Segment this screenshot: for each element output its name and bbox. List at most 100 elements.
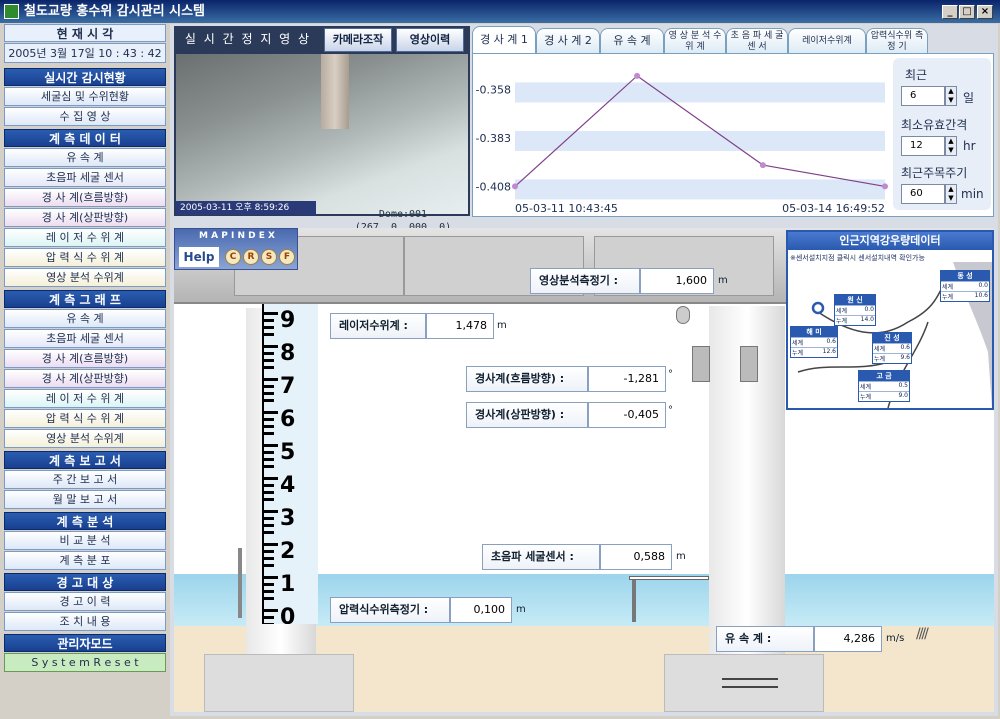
flowmeter-unit: m/s (886, 633, 905, 644)
menu-data-pressure[interactable]: 압 력 식 수 위 계 (4, 248, 166, 267)
tab-laser[interactable]: 레이저수위계 (788, 28, 866, 54)
gauge-number: 8 (280, 341, 296, 366)
gauge-tick (264, 432, 274, 435)
menu-graph-tilt-flow[interactable]: 경 사 계(흐름방향) (4, 349, 166, 368)
gauge-tick (264, 345, 278, 348)
gauge-tick (264, 451, 274, 454)
x-end-label: 05-03-14 16:49:52 (782, 202, 885, 215)
tab-video-gauge[interactable]: 영 상 분 석 수 위 계 (664, 28, 726, 54)
laser-label: 레이저수위계 : (330, 313, 426, 339)
y-tick-label: -0.358 (476, 83, 511, 96)
period-spin-button[interactable]: ▲ ▼ (945, 184, 957, 204)
gauge-tick (264, 477, 278, 480)
gauge-tick (264, 609, 278, 612)
data-point (634, 72, 641, 79)
app-icon (4, 4, 19, 19)
tab-ultrasonic[interactable]: 초 음 파 세 굴 센 서 (726, 28, 788, 54)
menu-warning-history[interactable]: 경 고 이 력 (4, 592, 166, 611)
section-analysis: 계 측 분 석 (4, 512, 166, 530)
cctv-camera-icon (676, 306, 690, 324)
gauge-tick (264, 352, 274, 355)
map-title: 인근지역강우량데이터 (788, 232, 992, 250)
staff-gauge: 9 8 7 6 5 4 3 2 1 0 (262, 304, 318, 624)
menu-data-tilt-flow[interactable]: 경 사 계(흐름방향) (4, 188, 166, 207)
video-gauge-unit: m (718, 275, 728, 286)
interval-spin-button[interactable]: ▲ ▼ (945, 136, 957, 156)
camera-control-button[interactable]: 카메라조작 (324, 28, 392, 52)
laser-value: 1,478 (426, 313, 494, 339)
tab-flowmeter[interactable]: 유 속 계 (600, 28, 664, 54)
menu-graph-flowmeter[interactable]: 유 속 계 (4, 309, 166, 328)
x-start-label: 05-03-11 10:43:45 (515, 202, 618, 215)
station-box[interactable]: 동 성 세계 0.0 누계 10.6 (940, 270, 990, 302)
menu-action-content[interactable]: 조 치 내 용 (4, 612, 166, 631)
menu-graph-pressure[interactable]: 압 력 식 수 위 계 (4, 409, 166, 428)
menu-distribution[interactable]: 계 측 분 포 (4, 551, 166, 570)
map-r-button[interactable]: R (243, 249, 259, 265)
menu-data-flowmeter[interactable]: 유 속 계 (4, 148, 166, 167)
tilt-deck-label: 경사계(상판방향) : (466, 402, 588, 428)
menu-graph-tilt-deck[interactable]: 경 사 계(상판방향) (4, 369, 166, 388)
tilt-flow-unit: ° (668, 369, 673, 380)
live-camera-image: Dome:001 (267. 0. 000. 0) (176, 54, 468, 233)
flowmeter-value: 4,286 (814, 626, 882, 652)
menu-graph-video-gauge[interactable]: 영상 분석 수위계 (4, 429, 166, 448)
recent-days-input[interactable]: 6 (901, 86, 945, 106)
sensor-tabs: 경 사 계 1 경 사 계 2 유 속 계 영 상 분 석 수 위 계 초 음 … (472, 24, 994, 54)
tab-tilt2[interactable]: 경 사 계 2 (536, 28, 600, 54)
help-button[interactable]: Help (179, 247, 219, 267)
menu-monthly-report[interactable]: 월 말 보 고 서 (4, 490, 166, 509)
interval-input[interactable]: 12 (901, 136, 945, 156)
close-button[interactable]: × (977, 5, 993, 19)
menu-data-ultrasonic[interactable]: 초음파 세굴 센서 (4, 168, 166, 187)
menu-collected-video[interactable]: 수 집 영 상 (4, 107, 166, 126)
y-tick-labels: -0.358 -0.383 -0.408 (476, 83, 511, 193)
station-box[interactable]: 진 성 세계 0.6 누계 9.6 (872, 332, 912, 364)
menu-data-tilt-deck[interactable]: 경 사 계(상판방향) (4, 208, 166, 227)
period-label: 최근주목주기 (901, 166, 968, 180)
video-timestamp: 2005-03-11 오후 8:59:26 (176, 201, 316, 215)
maximize-button[interactable]: □ (959, 5, 975, 19)
period-input[interactable]: 60 (901, 184, 945, 204)
section-measure-data: 계 측 데 이 터 (4, 129, 166, 147)
menu-scour-level[interactable]: 세굴심 및 수위현황 (4, 87, 166, 106)
menu-data-video-gauge[interactable]: 영상 분석 수위계 (4, 268, 166, 287)
gauge-tick (264, 583, 274, 586)
recent-spin-button[interactable]: ▲ ▼ (945, 86, 957, 106)
gauge-tick (264, 498, 274, 501)
interval-label: 최소유효간격 (901, 118, 968, 132)
dome-label: Dome:001 (378, 209, 428, 220)
gauge-tick (264, 484, 274, 487)
tab-tilt1[interactable]: 경 사 계 1 (472, 26, 536, 54)
video-history-button[interactable]: 영상이력 (396, 28, 464, 52)
menu-graph-ultrasonic[interactable]: 초음파 세굴 센서 (4, 329, 166, 348)
station-box[interactable]: 원 신 세계 0.0 누계 14.0 (834, 294, 876, 326)
gauge-number: 6 (280, 407, 296, 432)
map-s-button[interactable]: S (261, 249, 277, 265)
minimize-button[interactable]: _ (942, 5, 958, 19)
gauge-tick (264, 333, 274, 336)
section-warning: 경 고 대 상 (4, 573, 166, 591)
period-unit: min (961, 187, 984, 201)
gauge-number: 9 (280, 308, 296, 333)
station-box[interactable]: 해 미 세계 0.6 누계 12.6 (790, 326, 838, 358)
gauge-number: 4 (280, 473, 296, 498)
clock-header: 현 재 시 각 (4, 24, 166, 42)
menu-graph-laser[interactable]: 레 이 저 수 위 계 (4, 389, 166, 408)
gauge-tick (264, 557, 274, 560)
gauge-tick (264, 531, 274, 534)
video-gauge-value: 1,600 (640, 268, 714, 294)
station-box[interactable]: 고 금 세계 0.5 누계 9.0 (858, 370, 910, 402)
recent-label: 최근 (905, 68, 928, 82)
map-f-button[interactable]: F (279, 249, 295, 265)
menu-weekly-report[interactable]: 주 간 보 고 서 (4, 470, 166, 489)
tab-pressure[interactable]: 압력식수위 측 정 기 (866, 28, 928, 54)
menu-data-laser[interactable]: 레 이 저 수 위 계 (4, 228, 166, 247)
map-c-button[interactable]: C (225, 249, 241, 265)
gauge-tick (264, 576, 278, 579)
gauge-tick (264, 312, 278, 315)
menu-compare-analysis[interactable]: 비 교 분 석 (4, 531, 166, 550)
system-reset-button[interactable]: S y s t e m R e s e t (4, 653, 166, 672)
gauge-tick (264, 411, 278, 414)
gauge-tick (264, 326, 274, 329)
